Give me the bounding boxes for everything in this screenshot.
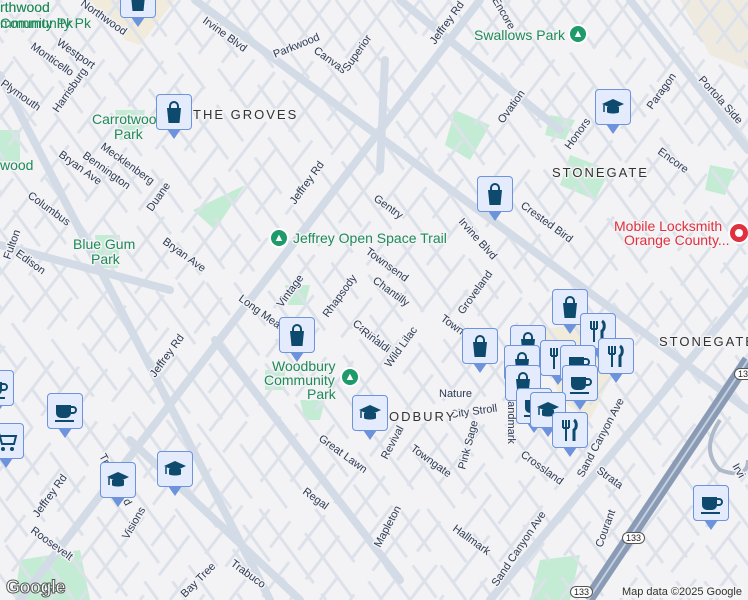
park-tree-icon[interactable]: ▲ <box>340 367 360 387</box>
map-canvas[interactable]: Northwood Westport Monticello Plymouth H… <box>0 0 748 600</box>
shopping-icon <box>131 0 145 11</box>
locksmith-pin-icon[interactable] <box>728 222 748 244</box>
neighborhood-label: STONEGATE <box>552 165 649 180</box>
street-label: Visions <box>120 505 148 542</box>
street-label: Groveland <box>456 269 496 317</box>
northwood-park-label: rthwood Community Pk <box>0 0 92 31</box>
coffee-icon <box>55 405 77 422</box>
park-label: wood <box>0 157 33 173</box>
neighborhood-label: STONEGATE <box>659 334 748 349</box>
coffee-marker[interactable] <box>0 370 14 415</box>
street-label: Jeffrey Rd <box>148 332 187 379</box>
street-label: Encore <box>655 146 690 176</box>
restaurant-marker[interactable] <box>552 412 588 457</box>
school-icon <box>602 99 624 114</box>
restaurant-icon <box>562 418 578 441</box>
coffee-icon <box>701 497 723 514</box>
shopping-icon <box>290 324 304 346</box>
park-tree-icon[interactable]: ▲ <box>269 228 289 248</box>
park-label: Carrotwood <box>92 111 164 127</box>
school-marker[interactable] <box>157 451 193 496</box>
park-tree-icon[interactable]: ▲ <box>568 24 588 44</box>
poi-label[interactable]: Orange County... <box>623 231 732 250</box>
coffee-marker[interactable] <box>47 393 83 438</box>
school-marker[interactable] <box>595 89 631 134</box>
school-icon <box>164 461 186 476</box>
park-label: Park <box>114 126 144 142</box>
neighborhood-label: THE GROVES <box>193 107 298 122</box>
coffee-icon <box>570 377 592 394</box>
highway-shield: 133 <box>734 368 748 380</box>
cart-marker[interactable] <box>0 423 24 468</box>
school-marker[interactable] <box>352 395 388 440</box>
street-label: Crossland <box>518 449 565 488</box>
park-label: Park <box>307 386 337 402</box>
shopping-marker[interactable] <box>477 176 513 221</box>
school-marker[interactable] <box>100 462 136 507</box>
park-label: Jeffrey Open Space Trail <box>293 230 447 246</box>
shopping-marker[interactable] <box>279 317 315 362</box>
highway-shield: 133 <box>622 532 646 544</box>
cart-icon <box>0 432 18 451</box>
restaurant-marker[interactable] <box>598 338 634 383</box>
school-icon <box>107 472 129 487</box>
street-label: Jeffrey Rd <box>31 472 70 519</box>
google-logo: Google <box>6 577 67 598</box>
neighborhood-label: ODBURY <box>389 409 456 424</box>
park-label: Swallows Park <box>474 27 566 43</box>
coffee-icon <box>0 382 8 399</box>
commercial-area <box>680 0 748 70</box>
shopping-icon <box>167 101 181 123</box>
street-label: Nature <box>439 388 472 400</box>
shopping-marker[interactable] <box>462 328 498 373</box>
shopping-icon <box>488 183 502 205</box>
school-icon <box>359 405 381 420</box>
restaurant-icon <box>608 344 624 367</box>
shopping-marker[interactable] <box>156 94 192 139</box>
road <box>376 56 389 174</box>
park-label: Park <box>91 251 121 267</box>
coffee-marker[interactable] <box>693 485 729 530</box>
shopping-marker[interactable] <box>120 0 156 27</box>
highway-shield: 133 <box>570 586 594 598</box>
shopping-icon <box>473 335 487 357</box>
park-label: Blue Gum <box>73 236 135 252</box>
coffee-marker[interactable] <box>562 365 598 410</box>
map-attribution[interactable]: Map data ©2025 Google <box>619 586 744 598</box>
street-label: Pink Sage <box>456 419 481 471</box>
